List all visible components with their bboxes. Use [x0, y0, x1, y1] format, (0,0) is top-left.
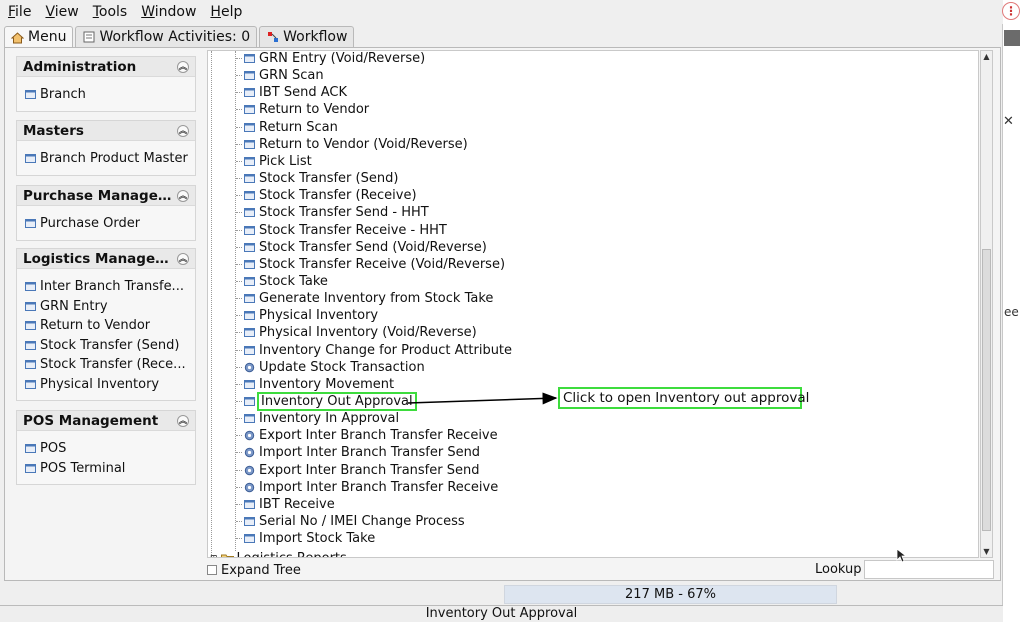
- mouse-cursor-icon: [896, 548, 908, 563]
- window-thumbnail-icon: [1004, 30, 1020, 46]
- close-icon[interactable]: ✕: [1003, 114, 1014, 129]
- background-text-fragment: ee: [1004, 305, 1019, 319]
- more-options-icon[interactable]: ⋮: [1002, 2, 1020, 20]
- annotation-callout: Click to open Inventory out approval: [558, 387, 809, 409]
- app-window: File View Tools Window Help Menu Workflow Act…: [0, 0, 1003, 622]
- annotation-arrow: [407, 392, 558, 405]
